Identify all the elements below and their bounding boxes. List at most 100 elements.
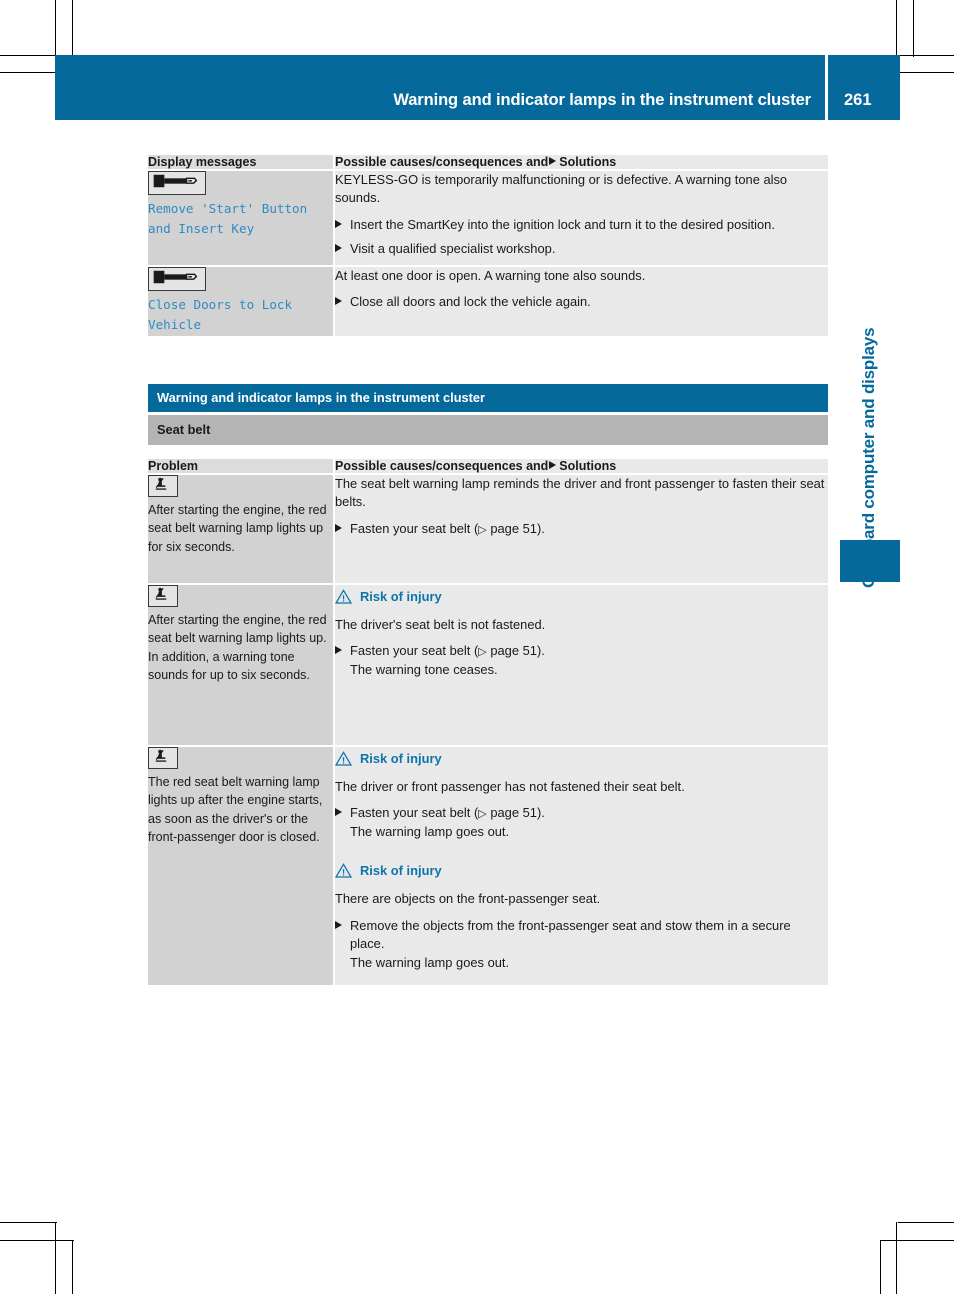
seat-belt-warning-icon-svg: [155, 477, 167, 490]
page-reference[interactable]: ▷ page 51: [478, 521, 537, 536]
crop-mark-bottom-right-inner: [896, 1222, 897, 1294]
warning-heading-text: Risk of injury: [360, 588, 442, 604]
step-triangle-icon: [335, 297, 342, 306]
solution-step-text: Fasten your seat belt (: [350, 520, 479, 536]
crop-mark-bottom-left-inner: [72, 1240, 73, 1294]
step-triangle-icon: [335, 808, 342, 817]
page-ref-arrow-icon: ▷: [478, 523, 487, 536]
solution-step: Remove the objects from the front-passen…: [335, 917, 828, 972]
seat-belt-warning-icon: [148, 474, 178, 497]
solution-step: Fasten your seat belt (▷ page 51). The w…: [335, 642, 828, 679]
warning-triangle-icon: [335, 588, 352, 604]
chapter-side-tab-label: On-board computer and displays: [859, 327, 878, 588]
cause-text: The seat belt warning lamp reminds the d…: [335, 475, 825, 510]
cause-text: The driver or front passenger has not fa…: [335, 778, 685, 794]
step-triangle-icon: [335, 219, 342, 228]
table-row: After starting the engine, the red seat …: [148, 473, 828, 585]
step-triangle-icon: [335, 646, 342, 655]
column-header-causes-solutions: Possible causes/consequences and Solution…: [333, 155, 828, 171]
step-triangle-icon: [335, 523, 342, 532]
table-row: After starting the engine, the red seat …: [148, 583, 828, 747]
crop-mark-left-bottom-inner: [0, 1240, 74, 1241]
crop-mark-right-top-inner: [898, 72, 954, 73]
column-header-causes-text: Possible causes/consequences and: [335, 458, 549, 473]
solution-step-sub: The warning lamp goes out.: [350, 954, 510, 970]
seat-belt-warning-icon: [148, 746, 178, 769]
solution-step: Visit a qualified specialist workshop.: [335, 240, 828, 258]
page-reference[interactable]: ▷ page 51: [478, 805, 537, 820]
crop-mark-top-left-outer: [55, 0, 56, 57]
warning-heading-text: Risk of injury: [360, 863, 442, 879]
page-title: Warning and indicator lamps in the instr…: [393, 91, 811, 109]
key-in-slot-icon: [148, 266, 206, 291]
solution-step-text: Insert the SmartKey into the ignition lo…: [350, 216, 775, 232]
column-header-problem: Problem: [148, 458, 334, 475]
chapter-tab-marker: [840, 540, 900, 582]
chapter-side-tab: On-board computer and displays: [838, 168, 900, 588]
solution-step-tail: ).: [536, 805, 545, 821]
causes-solutions-cell: KEYLESS-GO is temporarily malfunctioning…: [333, 170, 828, 267]
crop-mark-right-bottom-inner: [880, 1240, 954, 1241]
solution-step: Insert the SmartKey into the ignition lo…: [335, 216, 828, 234]
warning-heading-text: Risk of injury: [360, 750, 442, 766]
warning-heading: Risk of injury: [335, 587, 828, 606]
crop-mark-right-top-outer: [898, 55, 954, 56]
cause-text: There are objects on the front-passenger…: [335, 891, 601, 907]
causes-solutions-cell: Risk of injury The driver's seat belt is…: [333, 583, 828, 747]
problem-cell: The red seat belt warning lamp lights up…: [148, 745, 334, 985]
solution-step: Close all doors and lock the vehicle aga…: [335, 293, 828, 311]
cause-text: At least one door is open. A warning ton…: [335, 267, 646, 283]
page-header-band: Warning and indicator lamps in the instr…: [55, 55, 825, 120]
solid-triangle-icon: [549, 460, 557, 469]
seat-belt-warning-icon: [148, 584, 178, 607]
display-message-cell: Close Doors to Lock Vehicle: [148, 265, 334, 336]
solution-step: Fasten your seat belt (▷ page 51).: [335, 520, 828, 539]
solution-step-sub: The warning lamp goes out.: [350, 823, 510, 839]
column-header-causes-solutions: Possible causes/consequences and Solution…: [333, 458, 828, 475]
section-heading-gray: Seat belt: [148, 414, 828, 445]
crop-mark-left-bottom-outer: [0, 1222, 57, 1223]
solution-step-text: Fasten your seat belt (: [350, 643, 479, 659]
causes-solutions-cell: Risk of injury The driver or front passe…: [333, 745, 828, 985]
warning-heading: Risk of injury: [335, 749, 828, 768]
step-triangle-icon: [335, 920, 342, 929]
section-heading-blue: Warning and indicator lamps in the instr…: [148, 383, 828, 412]
page-reference-text: page 51: [490, 520, 537, 536]
column-header-causes-text: Possible causes/consequences and: [335, 155, 549, 169]
seat-belt-warning-icon-svg: [155, 587, 167, 600]
solution-step-tail: ).: [536, 520, 545, 536]
seat-belt-warning-icon-svg: [155, 749, 167, 762]
key-in-slot-icon: [148, 171, 206, 195]
crop-mark-left-top-outer: [0, 55, 57, 56]
causes-solutions-cell: The seat belt warning lamp reminds the d…: [333, 473, 828, 585]
cause-text: KEYLESS-GO is temporarily malfunctioning…: [335, 172, 788, 206]
solution-step: Fasten your seat belt (▷ page 51). The w…: [335, 804, 828, 841]
column-header-display-messages: Display messages: [148, 155, 334, 171]
solution-step-text: Fasten your seat belt (: [350, 805, 479, 821]
display-message-text: Remove 'Start' Button and Insert Key: [148, 201, 308, 237]
problem-text: The red seat belt warning lamp lights up…: [148, 774, 323, 845]
page-ref-arrow-icon: ▷: [478, 808, 487, 821]
page-reference[interactable]: ▷ page 51: [478, 643, 537, 658]
column-header-solutions-text: Solutions: [559, 458, 617, 473]
solid-triangle-icon: [549, 157, 557, 165]
table-row: Close Doors to Lock Vehicle At least one…: [148, 265, 828, 336]
crop-mark-top-left-inner: [72, 0, 73, 57]
display-message-cell: Remove 'Start' Button and Insert Key: [148, 170, 334, 267]
solution-step-text: Visit a qualified specialist workshop.: [350, 241, 556, 257]
crop-mark-bottom-left-outer: [55, 1222, 56, 1294]
key-in-slot-icon-svg: [153, 270, 198, 284]
solution-step-tail: ).: [536, 643, 545, 659]
table-row: Remove 'Start' Button and Insert Key KEY…: [148, 170, 828, 267]
crop-mark-left-top-inner: [0, 72, 57, 73]
page-ref-arrow-icon: ▷: [478, 646, 487, 659]
warning-triangle-icon: [335, 750, 352, 766]
page-reference-text: page 51: [490, 805, 537, 821]
column-header-solutions-text: Solutions: [559, 155, 617, 169]
warning-heading: Risk of injury: [335, 861, 828, 880]
crop-mark-right-bottom-outer: [898, 1222, 954, 1223]
solution-step-sub: The warning tone ceases.: [350, 661, 498, 677]
display-message-text: Close Doors to Lock Vehicle: [148, 296, 293, 333]
table-row: The red seat belt warning lamp lights up…: [148, 745, 828, 985]
page-reference-text: page 51: [490, 643, 537, 659]
